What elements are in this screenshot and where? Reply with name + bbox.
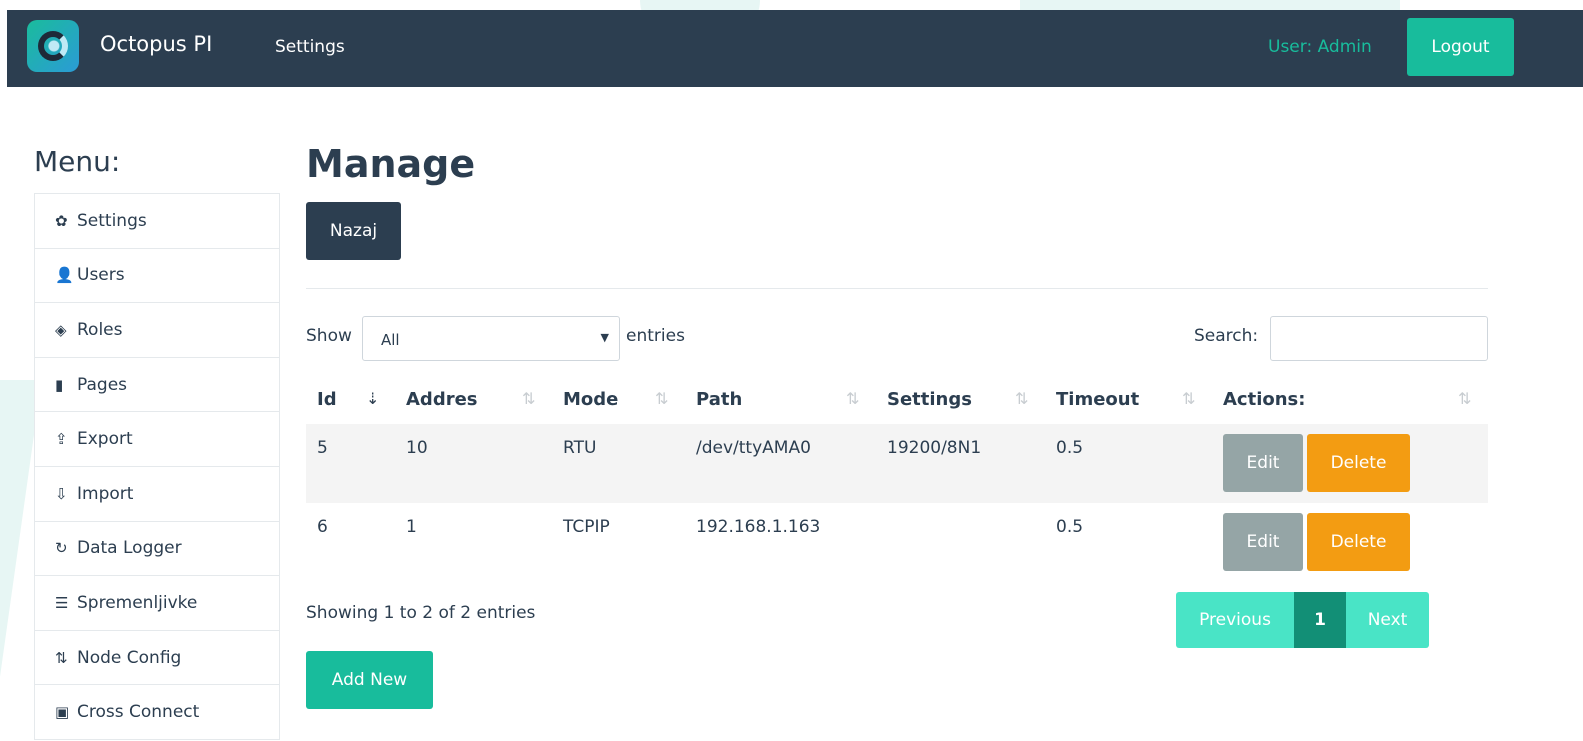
cell-id: 6 [317,517,328,537]
sidebar-item-label: Node Config [77,647,182,668]
sidebar-item-label: Spremenljivke [77,592,198,613]
list-icon: ☰ [55,593,69,612]
sort-icon[interactable]: ⇅ [522,389,535,408]
cell-timeout: 0.5 [1056,438,1084,458]
sidebar-item-spremenljivke[interactable]: ☰ Spremenljivke [35,576,279,631]
pages-icon: ▮ [55,375,64,394]
sidebar-item-node-config[interactable]: ⇅ Node Config [35,631,279,686]
sidebar-item-pages[interactable]: ▮ Pages [35,358,279,413]
sidebar-item-roles[interactable]: ◈ Roles [35,303,279,358]
cc-icon: ▣ [55,703,70,722]
sidebar-item-label: Cross Connect [77,702,200,723]
pagination-previous[interactable]: Previous [1176,592,1294,648]
add-new-button[interactable]: Add New [306,651,433,709]
top-navbar: Octopus PI Settings User: Admin Logout [7,10,1583,87]
sidebar-item-settings[interactable]: ✿ Settings [35,194,279,249]
cell-addres: 1 [406,517,417,537]
cell-mode: RTU [563,438,597,458]
pagination-page-1[interactable]: 1 [1294,592,1346,648]
refresh-icon: ↻ [55,539,68,558]
sort-icon: ⇅ [55,648,68,667]
menu-title: Menu: [34,145,121,178]
sidebar-item-label: Roles [77,319,123,340]
column-header-actions[interactable]: Actions: [1223,389,1305,410]
divider [306,288,1488,289]
user-label[interactable]: User: Admin [1268,37,1372,57]
sidebar-item-label: Import [77,483,134,504]
sidebar-item-label: Data Logger [77,538,182,559]
page-title: Manage [306,142,476,186]
delete-button[interactable]: Delete [1307,513,1410,571]
sort-icon[interactable]: ⇅ [1182,389,1195,408]
sort-icon[interactable]: ⇅ [846,389,859,408]
delete-button[interactable]: Delete [1307,434,1410,492]
entries-label: entries [626,326,685,346]
gear-icon: ✿ [55,211,68,230]
user-icon: 👤 [55,266,74,285]
sidebar-item-import[interactable]: ⇩ Import [35,467,279,522]
cell-timeout: 0.5 [1056,517,1084,537]
sidebar-item-users[interactable]: 👤 Users [35,249,279,304]
export-icon: ⇪ [55,430,68,449]
sidebar-menu: ✿ Settings 👤 Users ◈ Roles ▮ Pages ⇪ Export ⇩… [34,193,280,740]
import-icon: ⇩ [55,484,68,503]
sort-asc-icon[interactable]: ⇣ [366,389,379,408]
sidebar-item-cross-connect[interactable]: ▣ Cross Connect [35,685,279,740]
cell-addres: 10 [406,438,428,458]
sidebar-item-label: Export [77,429,133,450]
cell-path: 192.168.1.163 [696,517,821,537]
brand-name[interactable]: Octopus PI [100,32,212,56]
edit-button[interactable]: Edit [1223,513,1303,571]
cell-settings: 19200/8N1 [887,438,982,458]
eye-slash-icon: ◈ [55,320,67,339]
entries-select-value: All [381,331,400,349]
sort-icon[interactable]: ⇅ [1015,389,1028,408]
cell-id: 5 [317,438,328,458]
column-header-timeout[interactable]: Timeout [1056,389,1139,410]
nav-link-settings[interactable]: Settings [275,37,345,57]
sort-icon[interactable]: ⇅ [1458,389,1471,408]
sort-icon[interactable]: ⇅ [655,389,668,408]
column-header-addres[interactable]: Addres [406,389,478,410]
sidebar-item-label: Users [77,265,125,286]
column-header-settings[interactable]: Settings [887,389,972,410]
pagination: Previous 1 Next [1176,592,1429,648]
cell-mode: TCPIP [563,517,610,537]
show-label: Show [306,326,352,346]
octopus-logo-icon[interactable] [27,20,79,72]
back-button[interactable]: Nazaj [306,202,401,260]
sidebar-item-label: Settings [77,210,147,231]
logout-button[interactable]: Logout [1407,18,1514,76]
sidebar-item-data-logger[interactable]: ↻ Data Logger [35,522,279,577]
caret-down-icon: ▼ [600,331,609,344]
search-input[interactable] [1270,316,1488,361]
edit-button[interactable]: Edit [1223,434,1303,492]
column-header-id[interactable]: Id [317,389,337,410]
column-header-mode[interactable]: Mode [563,389,618,410]
column-header-path[interactable]: Path [696,389,742,410]
search-label: Search: [1194,326,1259,346]
entries-select[interactable]: All ▼ [362,316,620,361]
pagination-next[interactable]: Next [1346,592,1429,648]
sidebar-item-export[interactable]: ⇪ Export [35,412,279,467]
cell-path: /dev/ttyAMA0 [696,438,811,458]
table-info: Showing 1 to 2 of 2 entries [306,603,536,623]
sidebar-item-label: Pages [77,374,128,395]
